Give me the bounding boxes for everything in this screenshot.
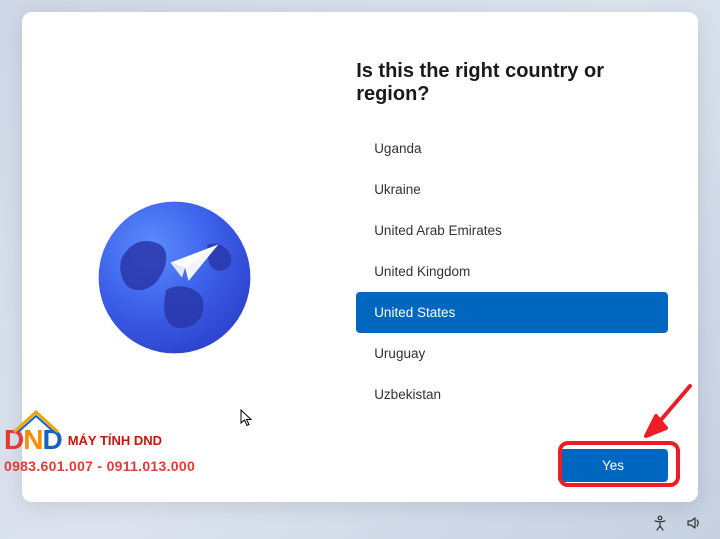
list-item[interactable]: Uganda <box>356 128 668 169</box>
accessibility-icon[interactable] <box>652 515 668 531</box>
taskbar-tray <box>652 515 702 531</box>
country-list[interactable]: Uganda Ukraine United Arab Emirates Unit… <box>356 128 668 441</box>
list-item[interactable]: United Kingdom <box>356 251 668 292</box>
action-row: Yes <box>356 449 668 482</box>
list-item-selected[interactable]: United States <box>356 292 668 333</box>
list-item[interactable]: United Arab Emirates <box>356 210 668 251</box>
page-title: Is this the right country or region? <box>356 60 668 106</box>
list-item[interactable]: Uruguay <box>356 333 668 374</box>
content-pane: Is this the right country or region? Uga… <box>326 12 698 502</box>
globe-paper-plane-illustration <box>92 195 257 360</box>
list-item[interactable]: Ukraine <box>356 169 668 210</box>
volume-icon[interactable] <box>686 515 702 531</box>
yes-button[interactable]: Yes <box>558 449 668 482</box>
illustration-pane <box>22 12 326 502</box>
list-item[interactable]: Uzbekistan <box>356 374 668 415</box>
oobe-window: Is this the right country or region? Uga… <box>22 12 698 502</box>
cursor-icon <box>240 409 254 427</box>
